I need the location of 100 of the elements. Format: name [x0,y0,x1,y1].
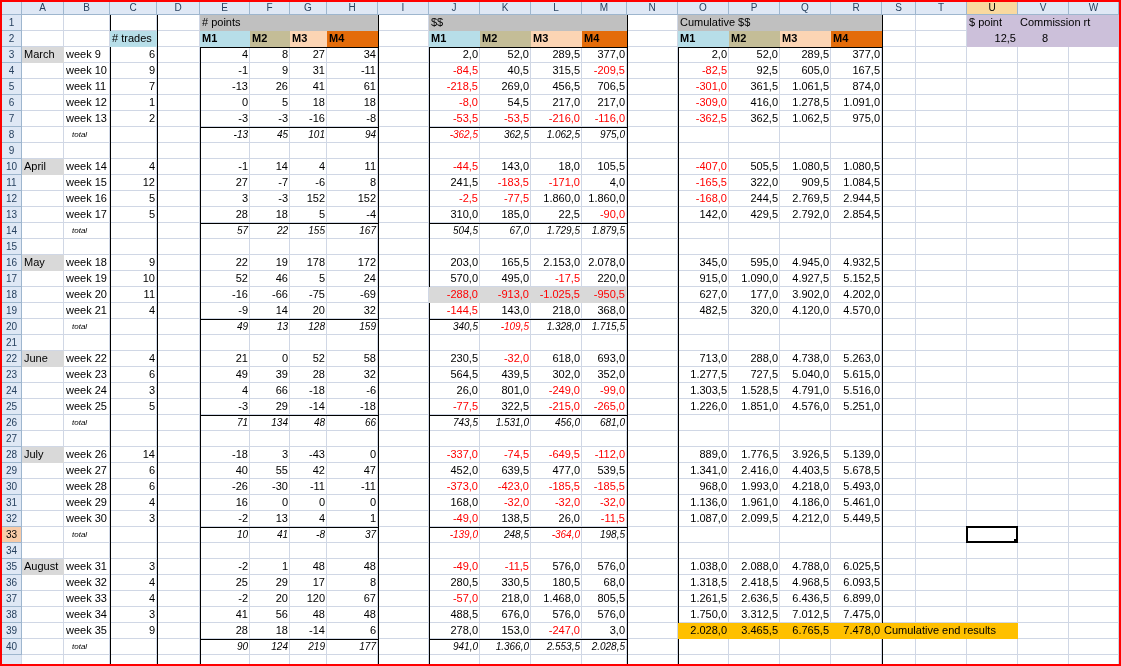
row-header[interactable]: 40 [2,639,22,655]
table-cell-text: 706,5 [596,79,626,94]
select-all-button[interactable] [2,2,22,15]
row-header[interactable]: 17 [2,271,22,287]
table-cell-text: 713,0 [698,351,728,366]
column-header[interactable]: R [831,2,882,15]
table-cell-text: 26 [274,79,289,94]
column-header[interactable]: T [916,2,967,15]
row-header[interactable]: 32 [2,511,22,527]
row-header[interactable]: 3 [2,47,22,63]
column-header[interactable]: E [200,2,250,15]
row-header[interactable]: 31 [2,495,22,511]
column-header[interactable]: F [250,2,290,15]
row-header[interactable]: 13 [2,207,22,223]
table-cell-text: -18 [359,399,377,414]
section-header: # points [200,15,378,31]
row-header[interactable]: 24 [2,383,22,399]
table-cell-text: 1.226,0 [689,399,728,414]
table-cell-text: 0 [368,447,377,462]
row-header[interactable]: 25 [2,399,22,415]
setting-label: Commission rt [1018,15,1119,31]
row-header[interactable]: 23 [2,367,22,383]
row-header[interactable]: 18 [2,287,22,303]
column-header[interactable]: K [480,2,531,15]
column-header[interactable]: S [882,2,916,15]
table-cell-text: 504,5 [451,224,479,238]
table-cell-text: 48 [362,559,377,574]
table-cell-text: -9 [237,303,249,318]
table-cell-text: 495,0 [500,271,530,286]
column-header[interactable]: H [327,2,378,15]
column-header[interactable]: W [1069,2,1119,15]
row-header[interactable]: 37 [2,591,22,607]
column-header[interactable]: Q [780,2,831,15]
row-header[interactable]: 20 [2,319,22,335]
row-header[interactable]: 16 [2,255,22,271]
row-header[interactable]: 7 [2,111,22,127]
row-header[interactable]: 9 [2,143,22,159]
row-header[interactable]: 36 [2,575,22,591]
column-header[interactable]: A [22,2,64,15]
table-cell-text: 153,0 [500,623,530,638]
column-header[interactable]: O [678,2,729,15]
column-header[interactable]: U [967,2,1018,15]
table-cell-text: -2 [237,511,249,526]
month-label: July [22,447,64,463]
row-header[interactable]: 19 [2,303,22,319]
row-header[interactable]: 34 [2,543,22,559]
column-header[interactable]: M [582,2,627,15]
table-cell-text: 58 [362,351,377,366]
column-header[interactable]: P [729,2,780,15]
row-header[interactable]: 14 [2,223,22,239]
table-cell-text: 1.061,5 [791,79,830,94]
table-cell-text: 4.218,0 [791,479,830,494]
table-cell-text: 90 [235,640,249,654]
table-cell-text: -209,5 [592,63,626,78]
column-header[interactable]: I [378,2,429,15]
row-header[interactable]: 4 [2,63,22,79]
row-header[interactable]: 22 [2,351,22,367]
column-header[interactable]: V [1018,2,1069,15]
table-cell-text: -8 [315,528,326,542]
week-label: week 33 [65,591,108,606]
row-header[interactable]: 5 [2,79,22,95]
table-cell: -1.025,5 [531,287,582,303]
row-header[interactable]: 10 [2,159,22,175]
table-cell-text: 488,5 [449,607,479,622]
table-cell-text: 5.678,5 [842,463,881,478]
row-header[interactable]: 1 [2,15,22,31]
week-label: week 14 [65,159,108,174]
row-header[interactable]: 27 [2,431,22,447]
row-header[interactable]: 15 [2,239,22,255]
table-cell-text: 4,0 [608,175,626,190]
row-header[interactable]: 35 [2,559,22,575]
row-header[interactable]: 38 [2,607,22,623]
row-header[interactable]: 29 [2,463,22,479]
row-header[interactable]: 12 [2,191,22,207]
row-header[interactable]: 26 [2,415,22,431]
column-header[interactable]: C [110,2,157,15]
row-header[interactable]: 33 [2,527,22,543]
row-header[interactable]: 39 [2,623,22,639]
column-header[interactable]: N [627,2,678,15]
column-header[interactable]: G [290,2,327,15]
table-cell-text: 49 [234,367,249,382]
table-cell-text: 2.418,5 [740,575,779,590]
table-cell-text: 4.932,5 [842,255,881,270]
row-header[interactable]: 2 [2,31,22,47]
row-header[interactable]: 21 [2,335,22,351]
row-header[interactable]: 11 [2,175,22,191]
table-cell-text: 0 [280,495,289,510]
table-cell-text: 94 [363,128,377,142]
table-cell-text: 289,5 [551,47,581,62]
column-header[interactable]: B [64,2,110,15]
row-header[interactable]: 30 [2,479,22,495]
table-cell-text: 20 [274,591,289,606]
row-header[interactable]: 6 [2,95,22,111]
row-header[interactable]: 28 [2,447,22,463]
column-header[interactable]: L [531,2,582,15]
table-cell-text: 54,5 [506,95,530,110]
column-header[interactable]: D [157,2,200,15]
row-header[interactable]: 8 [2,127,22,143]
column-header[interactable]: J [429,2,480,15]
table-cell-text: 1.084,5 [842,175,881,190]
